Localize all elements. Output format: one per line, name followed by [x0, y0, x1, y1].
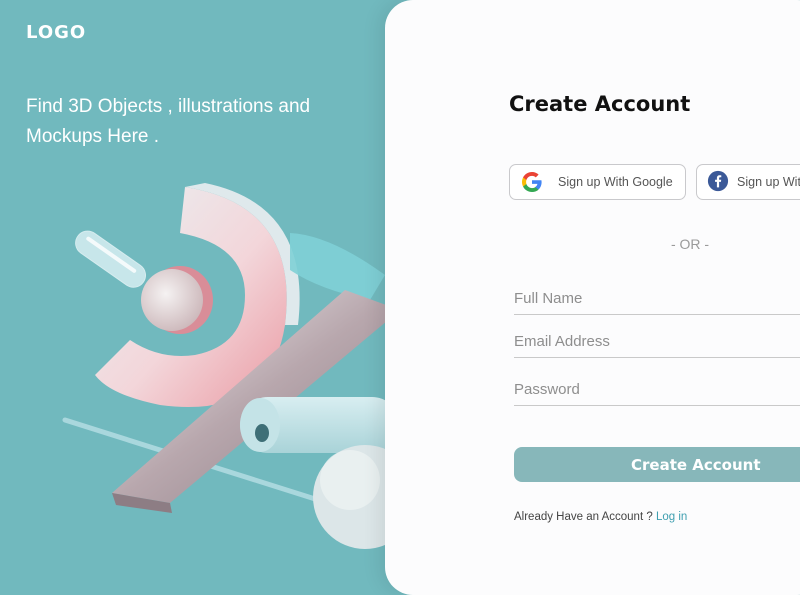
full-name-field: [514, 284, 800, 315]
hero-panel: LOGO Find 3D Objects , illustrations and…: [0, 0, 448, 595]
login-prompt: Already Have an Account ? Log in: [514, 511, 687, 523]
tagline: Find 3D Objects , illustrations and Mock…: [26, 96, 311, 147]
password-field: [514, 375, 800, 406]
full-name-input[interactable]: [514, 284, 800, 312]
email-input[interactable]: [514, 327, 800, 355]
login-prompt-text: Already Have an Account ?: [514, 511, 653, 523]
signup-card: Create Account Sign up With Google Sign …: [385, 0, 800, 595]
password-input[interactable]: [514, 375, 800, 403]
google-signup-label: Sign up With Google: [558, 175, 673, 189]
logo: LOGO: [26, 22, 87, 43]
login-link[interactable]: Log in: [656, 511, 687, 523]
facebook-icon: [707, 170, 729, 194]
facebook-signup-button[interactable]: Sign up With Facebook: [696, 164, 800, 200]
email-field: [514, 327, 800, 358]
create-account-button[interactable]: Create Account: [514, 447, 800, 482]
or-divider: - OR -: [670, 236, 710, 252]
google-icon: [520, 170, 544, 194]
google-signup-button[interactable]: Sign up With Google: [509, 164, 686, 200]
page-title: Create Account: [509, 92, 691, 116]
facebook-signup-label: Sign up With Facebook: [737, 175, 800, 189]
